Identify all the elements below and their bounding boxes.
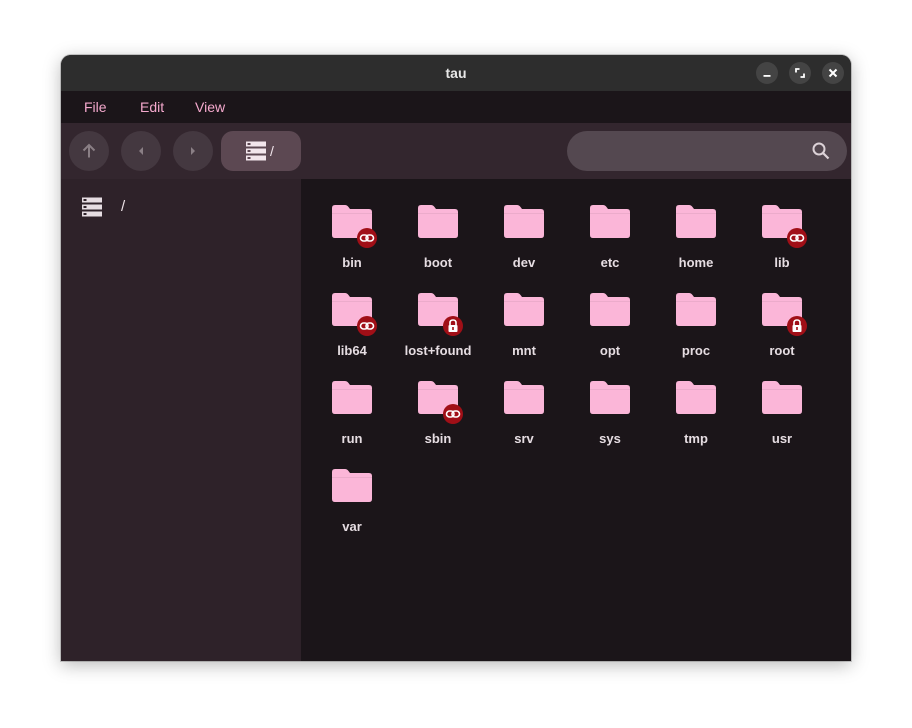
- folder-item-mnt[interactable]: mnt: [481, 267, 567, 358]
- folder-item-bin[interactable]: bin: [309, 179, 395, 270]
- folder-icon: [590, 293, 630, 326]
- close-button[interactable]: [822, 62, 844, 84]
- menu-bar: File Edit View: [61, 91, 851, 123]
- folder-icon: [762, 381, 802, 414]
- folder-item-srv[interactable]: srv: [481, 355, 567, 446]
- lock-emblem-icon: [787, 316, 807, 336]
- folder-label: tmp: [684, 431, 708, 446]
- folder-item-sbin[interactable]: sbin: [395, 355, 481, 446]
- minimize-button[interactable]: [756, 62, 778, 84]
- folder-icon: [676, 293, 716, 326]
- folder-item-tmp[interactable]: tmp: [653, 355, 739, 446]
- sidebar-item-label: /: [121, 198, 126, 215]
- drive-icon: [246, 141, 266, 161]
- chevron-right-icon: [191, 147, 195, 155]
- maximize-icon: [795, 68, 805, 78]
- arrow-up-icon: [82, 143, 96, 158]
- folder-icon: [418, 205, 458, 238]
- drive-icon: [82, 197, 102, 217]
- toolbar: /: [61, 123, 851, 179]
- folder-icon: [676, 205, 716, 238]
- folder-label: sbin: [424, 431, 452, 446]
- close-icon: [828, 68, 838, 78]
- folder-item-lib64[interactable]: lib64: [309, 267, 395, 358]
- folder-item-etc[interactable]: etc: [567, 179, 653, 270]
- folder-label: var: [342, 519, 362, 534]
- folder-item-var[interactable]: var: [309, 443, 395, 534]
- minimize-icon: [763, 75, 771, 77]
- chevron-left-icon: [139, 147, 143, 155]
- link-emblem-icon: [357, 228, 377, 248]
- folder-item-proc[interactable]: proc: [653, 267, 739, 358]
- menu-view[interactable]: View: [195, 91, 225, 123]
- path-label: /: [270, 143, 274, 159]
- folder-item-home[interactable]: home: [653, 179, 739, 270]
- folder-item-sys[interactable]: sys: [567, 355, 653, 446]
- back-button[interactable]: [121, 131, 161, 171]
- folder-item-root[interactable]: root: [739, 267, 825, 358]
- search-icon: [812, 142, 830, 160]
- file-manager-window: tau File Edit View / / bin boot dev etc …: [61, 55, 851, 661]
- folder-item-dev[interactable]: dev: [481, 179, 567, 270]
- maximize-button[interactable]: [789, 62, 811, 84]
- search-input[interactable]: [567, 131, 847, 171]
- path-button-root[interactable]: /: [221, 131, 301, 171]
- folder-label: usr: [771, 431, 793, 446]
- folder-icon: [504, 293, 544, 326]
- go-up-button[interactable]: [69, 131, 109, 171]
- folder-icon: [590, 205, 630, 238]
- folder-icon: [332, 469, 372, 502]
- folder-icon: [504, 205, 544, 238]
- folder-icon: [504, 381, 544, 414]
- folder-item-run[interactable]: run: [309, 355, 395, 446]
- folder-icon: [590, 381, 630, 414]
- forward-button[interactable]: [173, 131, 213, 171]
- link-emblem-icon: [787, 228, 807, 248]
- folder-icon: [676, 381, 716, 414]
- lock-emblem-icon: [443, 316, 463, 336]
- folder-item-lost-found[interactable]: lost+found: [395, 267, 481, 358]
- file-grid: bin boot dev etc home lib lib64 lost+found mnt op…: [301, 179, 851, 661]
- folder-item-boot[interactable]: boot: [395, 179, 481, 270]
- menu-file[interactable]: File: [84, 91, 107, 123]
- link-emblem-icon: [443, 404, 463, 424]
- title-bar[interactable]: tau: [61, 55, 851, 91]
- menu-edit[interactable]: Edit: [140, 91, 164, 123]
- window-title: tau: [445, 65, 467, 81]
- folder-label: sys: [599, 431, 621, 446]
- sidebar: /: [61, 179, 301, 661]
- folder-item-lib[interactable]: lib: [739, 179, 825, 270]
- folder-label: srv: [514, 431, 534, 446]
- folder-icon: [332, 381, 372, 414]
- folder-item-usr[interactable]: usr: [739, 355, 825, 446]
- link-emblem-icon: [357, 316, 377, 336]
- folder-item-opt[interactable]: opt: [567, 267, 653, 358]
